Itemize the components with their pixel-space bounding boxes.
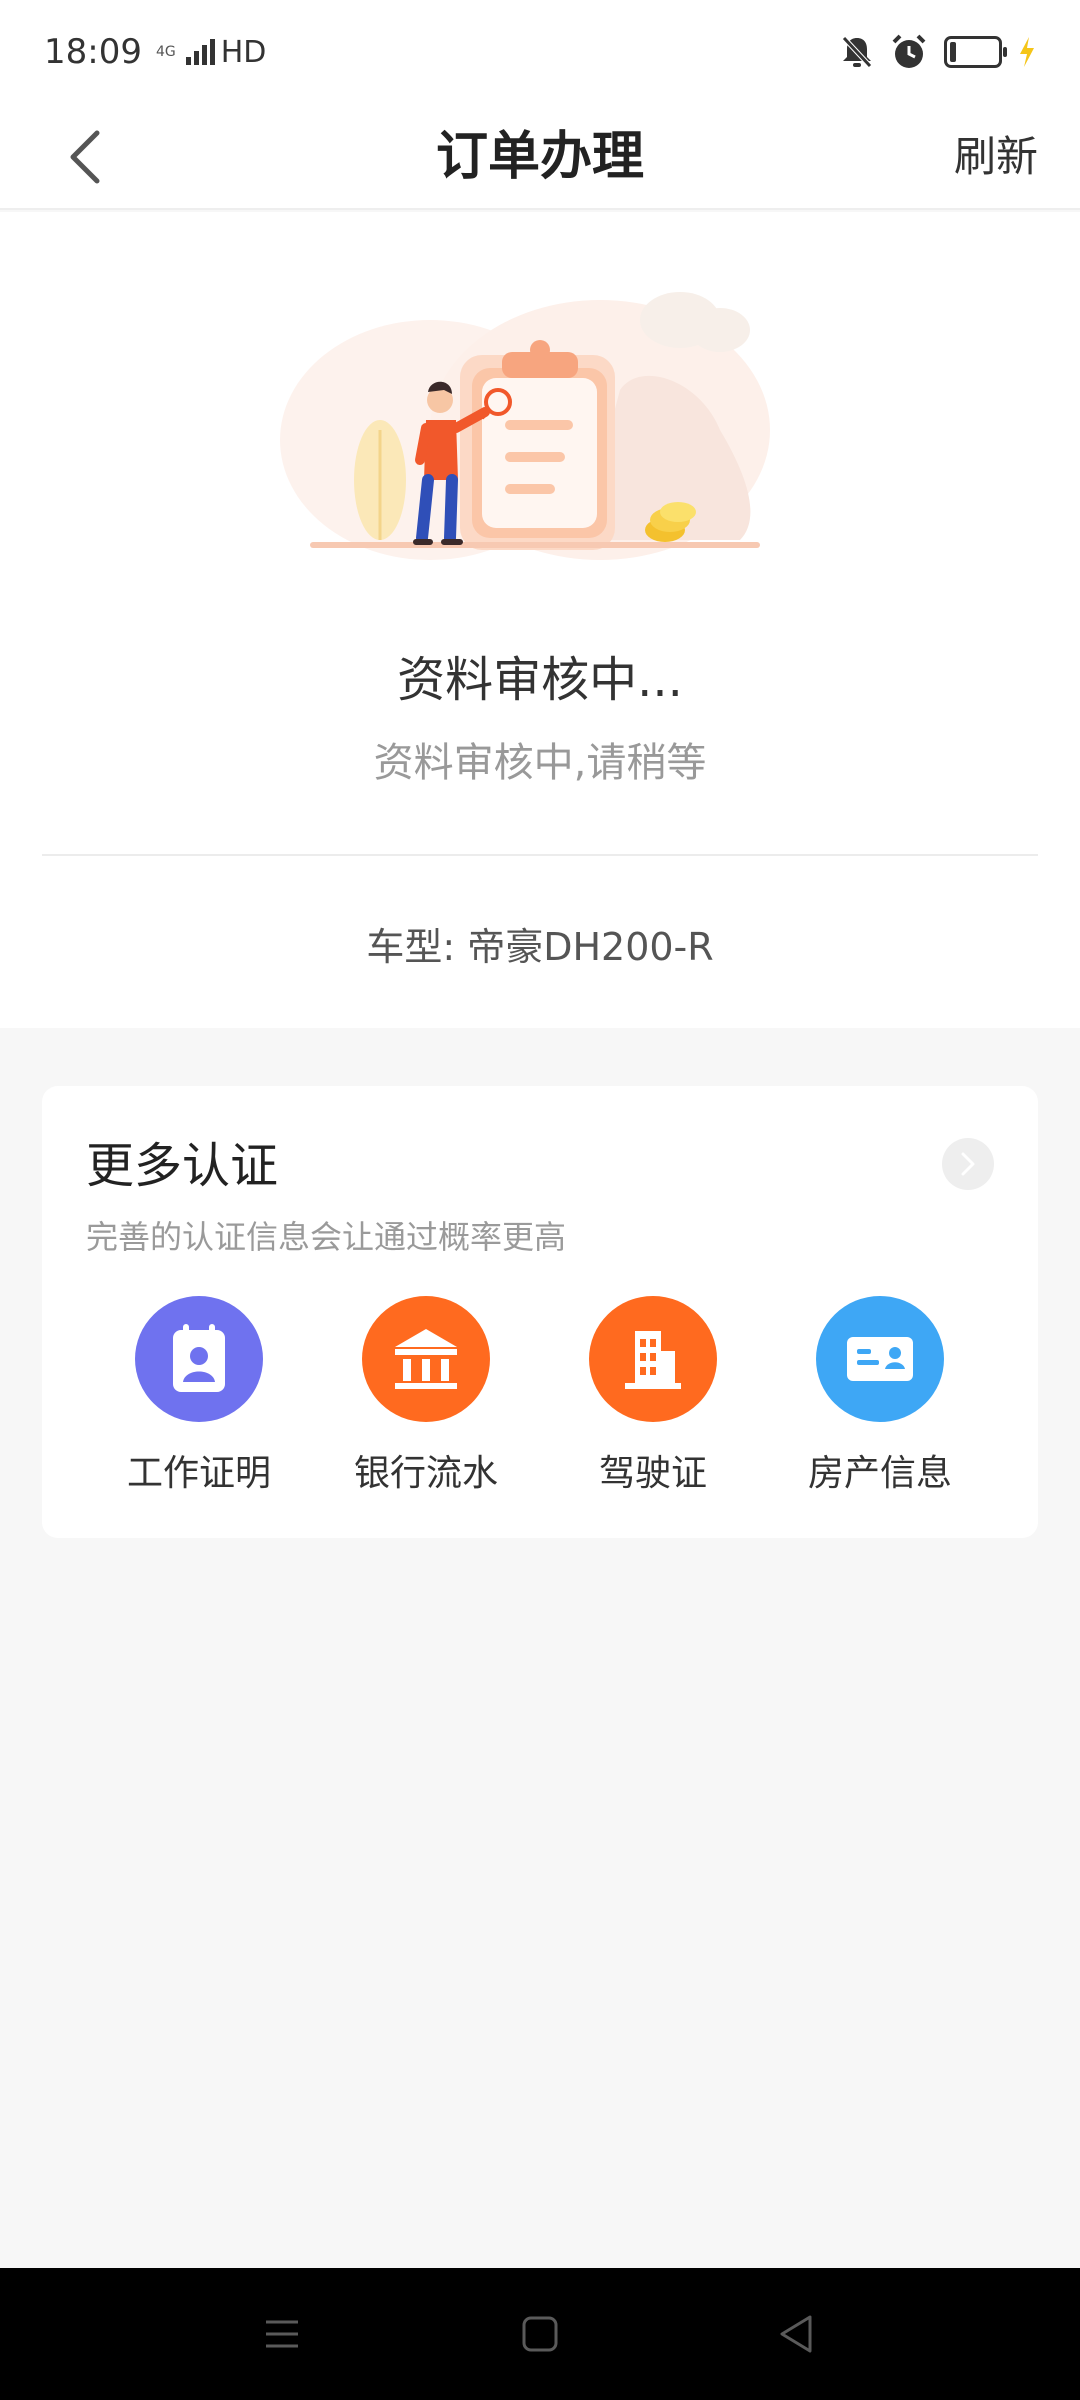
system-nav-bar xyxy=(0,2268,1080,2400)
nav-back-button[interactable] xyxy=(766,2304,826,2364)
signal-icon xyxy=(185,39,215,65)
menu-icon xyxy=(266,2320,298,2348)
more-auth-subtitle: 完善的认证信息会让通过概率更高 xyxy=(86,1218,567,1256)
auth-icon-bg xyxy=(135,1296,263,1422)
building-icon xyxy=(625,1331,681,1389)
title-bar: 订单办理 刷新 xyxy=(0,104,1080,210)
auth-label: 房产信息 xyxy=(807,1453,952,1494)
alarm-icon xyxy=(892,34,926,68)
auth-label: 驾驶证 xyxy=(598,1453,707,1494)
auth-icon-bg xyxy=(816,1296,944,1422)
nav-home-button[interactable] xyxy=(510,2304,570,2364)
id-badge-icon xyxy=(173,1324,225,1392)
more-auth-title: 更多认证 xyxy=(86,1138,279,1194)
charging-icon xyxy=(1020,37,1034,67)
car-model: 车型: 帝豪DH200-R xyxy=(366,925,714,969)
bank-icon xyxy=(395,1329,457,1389)
refresh-button[interactable]: 刷新 xyxy=(954,104,1038,210)
auth-icon-bg xyxy=(589,1296,717,1422)
status-time: 18:09 xyxy=(44,32,142,72)
id-card-icon xyxy=(847,1337,913,1381)
back-triangle-icon xyxy=(780,2315,812,2353)
order-status-card: 资料审核中... 资料审核中,请稍等 车型: 帝豪DH200-R xyxy=(0,212,1080,1028)
auth-label: 工作证明 xyxy=(126,1453,271,1494)
auth-label: 银行流水 xyxy=(353,1453,498,1494)
battery-icon xyxy=(944,36,1007,68)
auth-item-work-proof[interactable]: 工作证明 xyxy=(99,1296,299,1496)
auth-item-bank-statement[interactable]: 银行流水 xyxy=(326,1296,526,1496)
hd-label: HD xyxy=(220,34,267,70)
auth-items: 工作证明 银行流水 驾驶证 房产信息 xyxy=(42,1296,1038,1496)
status-bar: 18:09 4G HD xyxy=(0,0,1080,104)
chevron-right-icon xyxy=(961,1152,975,1176)
status-subtitle: 资料审核中,请稍等 xyxy=(373,740,707,786)
auth-item-driver-license[interactable]: 驾驶证 xyxy=(553,1296,753,1496)
network-indicator: 4G HD xyxy=(156,35,266,70)
status-bar-left: 18:09 4G HD xyxy=(44,32,266,72)
auth-item-property-info[interactable]: 房产信息 xyxy=(780,1296,980,1496)
divider xyxy=(42,854,1038,856)
page-title: 订单办理 xyxy=(435,127,644,187)
network-type: 4G xyxy=(155,44,176,60)
more-auth-arrow-button[interactable] xyxy=(942,1138,994,1190)
status-bar-right xyxy=(840,33,1036,71)
more-auth-card[interactable]: 更多认证 完善的认证信息会让通过概率更高 工作证明 银行流水 驾驶证 房产信息 xyxy=(42,1086,1038,1538)
home-square-icon xyxy=(522,2316,558,2352)
auth-icon-bg xyxy=(362,1296,490,1422)
mute-bell-icon xyxy=(842,36,872,68)
review-illustration xyxy=(280,292,770,560)
status-title: 资料审核中... xyxy=(397,652,683,708)
nav-menu-button[interactable] xyxy=(252,2304,312,2364)
